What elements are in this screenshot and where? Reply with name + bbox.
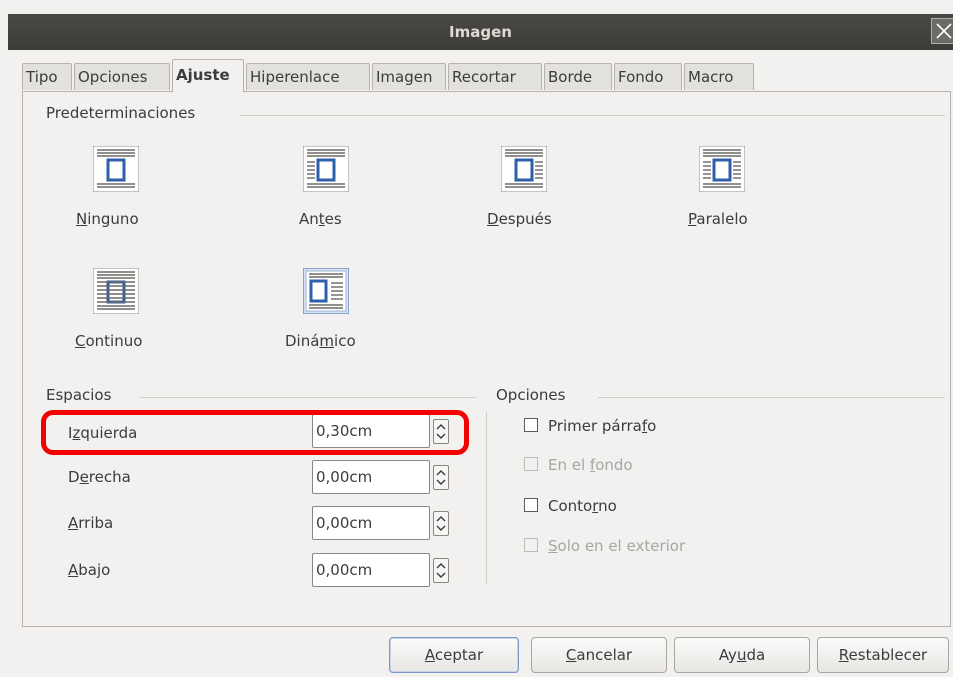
top-spacing-stepper[interactable] xyxy=(433,511,449,536)
first-paragraph-checkbox[interactable]: Primer párrafo xyxy=(524,417,656,435)
close-button[interactable] xyxy=(931,18,953,44)
right-spacing-label: Derecha xyxy=(68,468,131,486)
tab-opciones[interactable]: Opciones xyxy=(74,63,170,90)
bottom-spacing-spinbox: 0,00cm xyxy=(312,553,452,587)
bottom-spacing-label: Abajo xyxy=(68,561,111,579)
preset-label-antes: Antes xyxy=(299,210,342,228)
tab-macro[interactable]: Macro xyxy=(684,63,754,90)
checkbox-box xyxy=(524,538,538,552)
wrap-parallel-icon[interactable] xyxy=(699,146,745,192)
options-group-label: Opciones xyxy=(496,386,574,404)
tab-borde[interactable]: Borde xyxy=(544,63,612,90)
in-background-checkbox[interactable]: En el fondo xyxy=(524,456,633,474)
contour-checkbox[interactable]: Contorno xyxy=(524,497,617,515)
options-divider xyxy=(598,397,945,398)
checkbox-box xyxy=(524,418,538,432)
dialog-title-bar: Imagen xyxy=(8,14,953,50)
bottom-spacing-input[interactable]: 0,00cm xyxy=(312,553,430,587)
top-spacing-input[interactable]: 0,00cm xyxy=(312,506,430,540)
preset-label-continuo: Continuo xyxy=(75,332,143,350)
top-spacing-spinbox: 0,00cm xyxy=(312,506,452,540)
presets-group-label: Predeterminaciones xyxy=(46,104,204,122)
close-icon xyxy=(936,23,952,39)
presets-divider xyxy=(240,115,945,116)
preset-label-ninguno: Ninguno xyxy=(76,210,139,228)
wrap-after-icon[interactable] xyxy=(501,146,547,192)
right-spacing-input[interactable]: 0,00cm xyxy=(312,460,430,494)
tab-recortar[interactable]: Recortar xyxy=(448,63,542,90)
dialog-title: Imagen xyxy=(449,23,512,41)
cancel-button[interactable]: Cancelar xyxy=(531,637,667,673)
wrap-before-icon[interactable] xyxy=(303,146,349,192)
tab-ajuste[interactable]: Ajuste xyxy=(172,59,244,92)
help-button[interactable]: Ayuda xyxy=(674,637,810,673)
tab-hiperenlace[interactable]: Hiperenlace xyxy=(246,63,370,90)
spacing-group-label: Espacios xyxy=(46,386,120,404)
ok-button[interactable]: Aceptar xyxy=(389,637,519,673)
bottom-spacing-stepper[interactable] xyxy=(433,558,449,583)
top-spacing-label: Arriba xyxy=(68,514,114,532)
tab-tipo[interactable]: Tipo xyxy=(22,63,72,90)
checkbox-box xyxy=(524,498,538,512)
tab-fondo[interactable]: Fondo xyxy=(614,63,682,90)
stepper-arrows-icon xyxy=(436,470,446,485)
tab-imagen[interactable]: Imagen xyxy=(372,63,446,90)
spacing-divider xyxy=(140,397,476,398)
reset-button[interactable]: Restablecer xyxy=(817,637,949,673)
right-spacing-spinbox: 0,00cm xyxy=(312,460,452,494)
options-vertical-divider xyxy=(486,412,487,584)
wrap-dynamic-icon[interactable] xyxy=(303,268,349,314)
stepper-arrows-icon xyxy=(436,516,446,531)
stepper-arrows-icon xyxy=(436,563,446,578)
highlight-annotation xyxy=(41,410,469,455)
preset-label-despues: Después xyxy=(487,210,552,228)
preset-label-dinamico: Dinámico xyxy=(285,332,356,350)
outside-only-checkbox[interactable]: Solo en el exterior xyxy=(524,537,685,555)
preset-label-paralelo: Paralelo xyxy=(688,210,748,228)
wrap-through-icon[interactable] xyxy=(93,268,139,314)
checkbox-box xyxy=(524,457,538,471)
wrap-none-icon[interactable] xyxy=(93,146,139,192)
right-spacing-stepper[interactable] xyxy=(433,465,449,490)
